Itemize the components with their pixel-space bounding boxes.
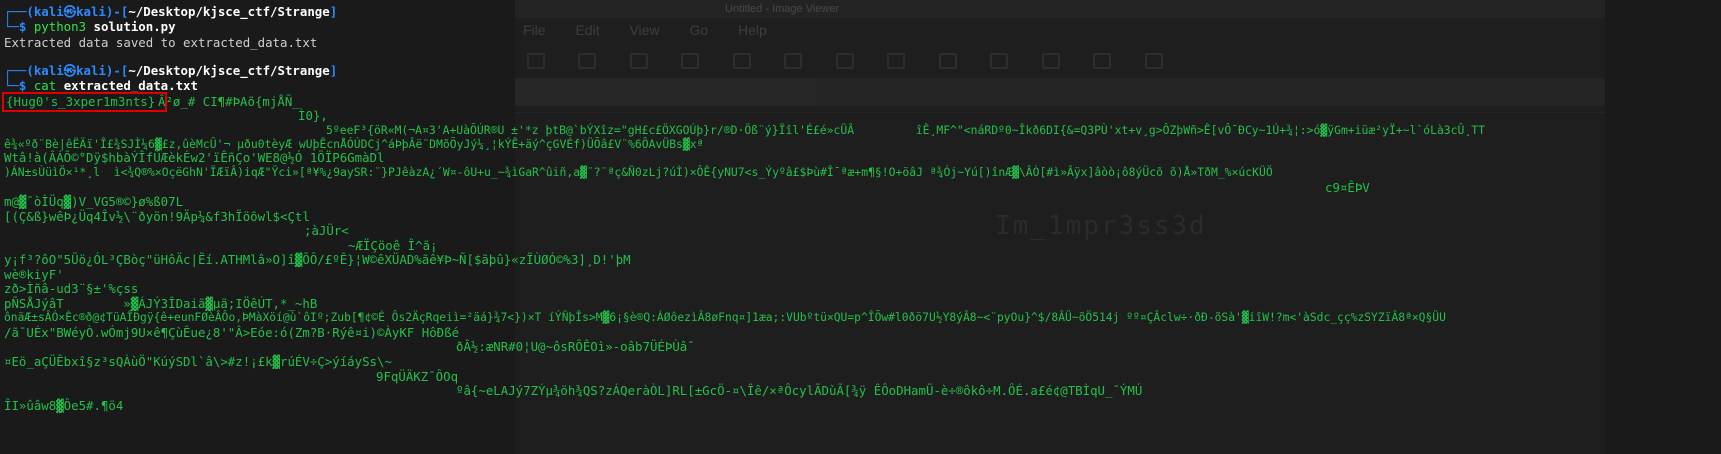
command-argument: extracted_data.txt: [63, 78, 198, 93]
prompt-user: kali㉿kali: [33, 4, 106, 19]
prompt-user: kali㉿kali: [33, 63, 106, 78]
data-line: ônäÆ±sÂÓ×Èc®ð@¢TüAÎÐgÿ{ê+eunFØèÂÔo,ÞMàXö…: [4, 311, 1446, 324]
prompt-line-1: ┌──(kali㉿kali)-[~/Desktop/kjsce_ctf/Stra…: [4, 4, 338, 19]
data-line: ¤Eö_aÇÜÊbxî§z³sQÀùÖ"KúýSDl`â\>#z!¡£k▓rúÉ…: [4, 354, 392, 369]
prompt-directory: ~/Desktop/kjsce_ctf/Strange: [128, 4, 330, 19]
data-line: 9FqÜÄKZ¯ÔOq: [376, 369, 459, 384]
data-line: c9¤ÊÞV: [1325, 180, 1370, 195]
data-line: /ã¯UÉx"BWéyÒ.wÓmj9U×ê¶ÇùÊue¿8'"Â>Eóe:ó(Z…: [4, 325, 460, 340]
data-line: zð>Ìñâ-ud3¨§±'%çss: [4, 281, 139, 296]
command-name: cat: [33, 78, 57, 93]
data-line: y¡f³?ôO"5Üö¿ÓL³ÇBòç"üHôÄc|Ëí.ATHMlâ»O]î▓…: [4, 252, 631, 267]
data-line: m@▓¯òÌÜq▓)V_VG5®©}ø%ß07L: [4, 194, 184, 209]
command-output: Extracted data saved to extracted_data.t…: [4, 35, 318, 50]
data-line: ºâ{~eLAJý7ZÝµ¾öh¾QS?zÁQeràÒL]RL[±GcÖ-¤\Î…: [456, 383, 1143, 398]
data-line: [(Ç&ß}wêÞ¿Üq4Îv½\¨ðyön!9Äp¼&f3hÏöõwl$<Çt…: [4, 209, 310, 224]
prompt-directory: ~/Desktop/kjsce_ctf/Strange: [128, 63, 330, 78]
prompt-line-2: ┌──(kali㉿kali)-[~/Desktop/kjsce_ctf/Stra…: [4, 63, 338, 78]
command-argument: solution.py: [93, 19, 176, 34]
data-line: ;àJÜr<: [304, 223, 349, 238]
terminal[interactable]: ┌──(kali㉿kali)-[~/Desktop/kjsce_ctf/Stra…: [0, 0, 1721, 454]
data-line: Ì0},: [298, 108, 328, 123]
data-line: ÎI»ûâw8▓Ôe5#.¶ö4: [4, 398, 124, 413]
command-name: python3: [33, 19, 87, 34]
flag-text: {Hug0's_3xper1m3nts}: [6, 94, 156, 109]
command-line-1: └─$ python3 solution.py: [4, 19, 176, 34]
data-line: ðÂ½:æNR#0¦U@~ôsRÕÊOì»-oâb7ÜÉÞÙâ¯: [456, 339, 695, 354]
data-line: )ÁN±sÙüìÖ×¹*¸l ì<¾Q®%×OçëGhN'ÏÆïÂ)iqÆ"Ÿc…: [4, 165, 1273, 179]
data-line: Â²ø_# CI¶#ÞAõ{mjÅÑ_: [158, 94, 300, 109]
